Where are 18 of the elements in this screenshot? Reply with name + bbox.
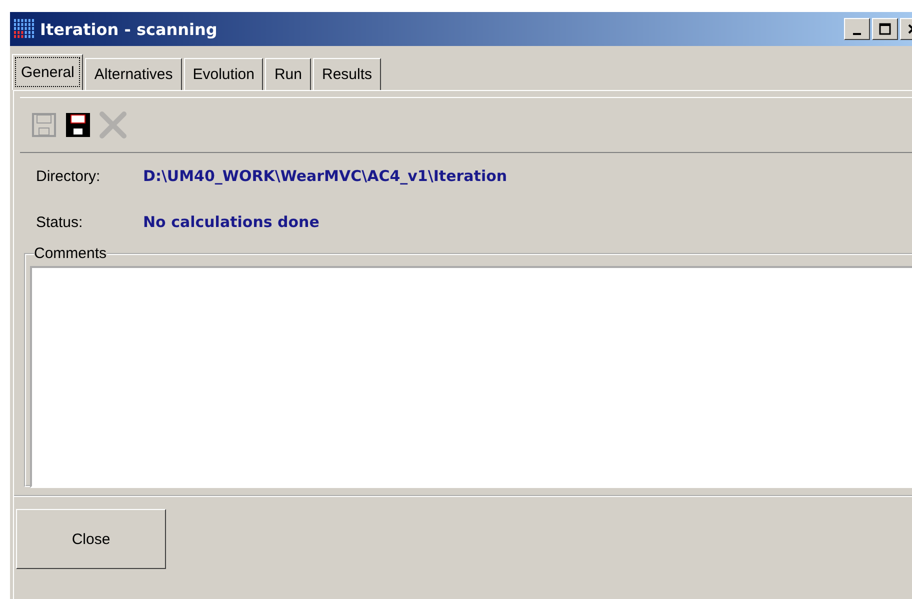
group-label: Comments [34, 245, 107, 262]
maximize-icon [879, 23, 891, 35]
field-label: Directory: [36, 168, 102, 184]
tab[interactable]: Alternatives [85, 58, 182, 90]
app-icon [14, 19, 36, 39]
tab[interactable]: Results [313, 58, 382, 90]
field-value: No calculations done [143, 213, 320, 231]
close-dialog-button[interactable]: Close [16, 509, 166, 569]
minimize-icon [853, 33, 861, 35]
maximize-button[interactable] [872, 18, 898, 40]
tab[interactable]: Evolution [184, 58, 264, 90]
minimize-button[interactable] [844, 18, 870, 40]
field-value: D:\UM40_WORK\WearMVC\AC4_v1\Iteration [143, 167, 508, 185]
tab[interactable]: Run [265, 58, 311, 90]
field-label: Status: [36, 214, 84, 230]
tab[interactable]: General [12, 54, 84, 90]
save-icon[interactable] [64, 110, 92, 140]
window-title: Iteration - scanning [40, 20, 218, 38]
